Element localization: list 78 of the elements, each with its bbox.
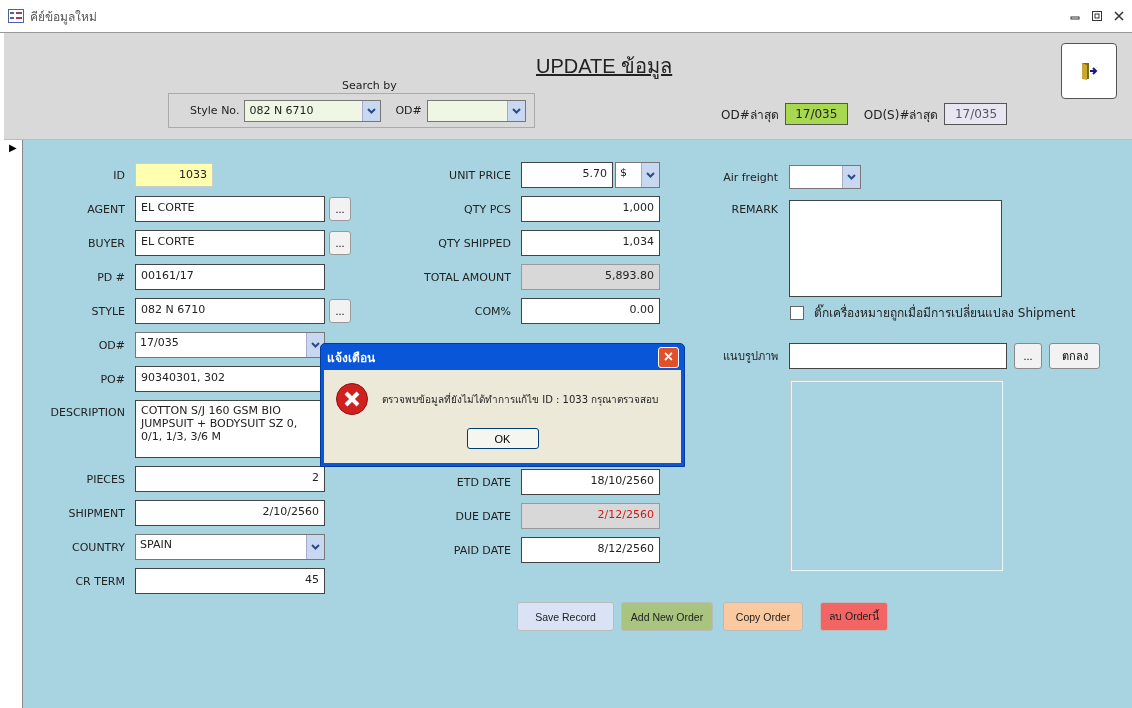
input-field[interactable]: 18/10/2560 xyxy=(521,469,660,495)
field-label: DUE DATE xyxy=(454,509,511,523)
field-label: TOTAL AMOUNT xyxy=(422,270,511,284)
input-field[interactable]: 8/12/2560 xyxy=(521,537,660,563)
remark-field[interactable] xyxy=(789,200,1002,297)
field-label: CR TERM xyxy=(74,574,125,588)
exit-door-icon xyxy=(1080,61,1098,81)
combo-box[interactable] xyxy=(789,165,861,189)
input-field[interactable]: EL CORTE xyxy=(135,230,325,256)
currency-combo[interactable]: $ xyxy=(615,162,660,188)
field-label: OD#ล่าสุด xyxy=(721,106,779,124)
exit-button[interactable] xyxy=(1061,43,1117,99)
field-label: AGENT xyxy=(86,202,125,216)
field-label: OD# xyxy=(395,104,422,117)
window-title: คีย์ข้อมูลใหม่ xyxy=(30,8,97,26)
field-label: COUNTRY xyxy=(71,540,125,554)
field-label: ID xyxy=(112,168,125,182)
input-field[interactable]: 1,034 xyxy=(521,230,660,256)
field-label: STYLE xyxy=(90,304,125,318)
field-label: PD # xyxy=(96,270,125,284)
input-field[interactable]: 2 xyxy=(135,466,325,492)
close-icon[interactable] xyxy=(1114,11,1124,21)
error-icon xyxy=(335,382,369,416)
browse-button[interactable]: ... xyxy=(329,197,351,221)
dialog-message: ตรวจพบข้อมูลที่ยังไม่ได้ทำการแก้ไข ID : 1033 กรุณาตรวจสอบ xyxy=(382,391,659,407)
combo-box[interactable]: 17/035 xyxy=(135,332,325,358)
latest-od-field: 17/035 xyxy=(784,103,848,125)
ok-button[interactable]: OK xyxy=(466,428,539,449)
style-search-combo[interactable]: 082 N 6710 xyxy=(244,99,382,122)
browse-button[interactable]: ... xyxy=(329,231,351,255)
ok-button[interactable]: ตกลง xyxy=(1049,343,1100,369)
combo-box[interactable]: SPAIN xyxy=(135,534,325,560)
record-pointer: ▶ xyxy=(9,142,17,153)
field-label: OD(S)#ล่าสุด xyxy=(863,106,939,124)
latest-od-field: 17/035 xyxy=(944,103,1008,125)
browse-button[interactable]: ... xyxy=(1014,343,1042,369)
checkbox[interactable] xyxy=(790,305,804,320)
close-button[interactable]: × xyxy=(658,346,679,368)
input-field[interactable]: 45 xyxy=(135,568,325,594)
field-label: REMARK xyxy=(730,203,778,216)
input-field[interactable]: 00161/17 xyxy=(135,264,325,290)
input-field[interactable]: 2/12/2560 xyxy=(521,503,660,529)
input-field[interactable]: 1,000 xyxy=(521,196,660,222)
restore-icon[interactable] xyxy=(1092,11,1102,21)
browse-button[interactable]: ... xyxy=(329,299,351,323)
field-label: PAID DATE xyxy=(452,543,511,557)
input-field[interactable]: 1033 xyxy=(135,163,213,187)
input-field[interactable]: 082 N 6710 xyxy=(135,298,325,324)
field-label: Style No. xyxy=(190,104,240,117)
field-label: PO# xyxy=(99,372,125,386)
field-label: QTY SHIPPED xyxy=(437,236,511,250)
input-field[interactable]: EL CORTE xyxy=(135,196,325,222)
action-button[interactable]: Copy Order xyxy=(723,602,803,631)
field-label: COM% xyxy=(473,304,511,318)
input-field[interactable] xyxy=(789,343,1007,369)
checkbox-label: ติ๊กเครื่องหมายถูกเมื่อมีการเปลี่ยนแปลง Shipment xyxy=(814,303,1076,322)
input-field[interactable]: 0.00 xyxy=(521,298,660,324)
field-label: BUYER xyxy=(87,236,125,250)
action-button[interactable]: Save Record xyxy=(517,602,614,631)
field-label: QTY PCS xyxy=(463,202,511,216)
action-button[interactable]: ลบ Orderนี้ xyxy=(820,602,888,631)
field-label: แนบรูปภาพ xyxy=(722,349,778,365)
input-field[interactable]: 2/10/2560 xyxy=(135,500,325,526)
input-field[interactable]: 5,893.80 xyxy=(521,264,660,290)
record-selector[interactable]: ▶ xyxy=(4,140,23,708)
form-icon xyxy=(8,9,24,23)
field-label: PIECES xyxy=(85,472,125,486)
input-field[interactable]: 5.70 xyxy=(521,162,613,188)
action-button[interactable]: Add New Order xyxy=(621,602,713,631)
od-search-combo[interactable] xyxy=(426,99,526,122)
field-label: Air freight xyxy=(722,170,778,184)
field-label: OD# xyxy=(97,338,125,352)
field-label: DESCRIPTION xyxy=(49,406,125,419)
field-label: SHIPMENT xyxy=(67,506,125,520)
search-legend: Search by xyxy=(342,79,397,92)
field-label: UNIT PRICE xyxy=(448,168,511,182)
dialog-title: แจ้งเตือน xyxy=(327,349,375,367)
field-label: ETD DATE xyxy=(455,475,511,489)
